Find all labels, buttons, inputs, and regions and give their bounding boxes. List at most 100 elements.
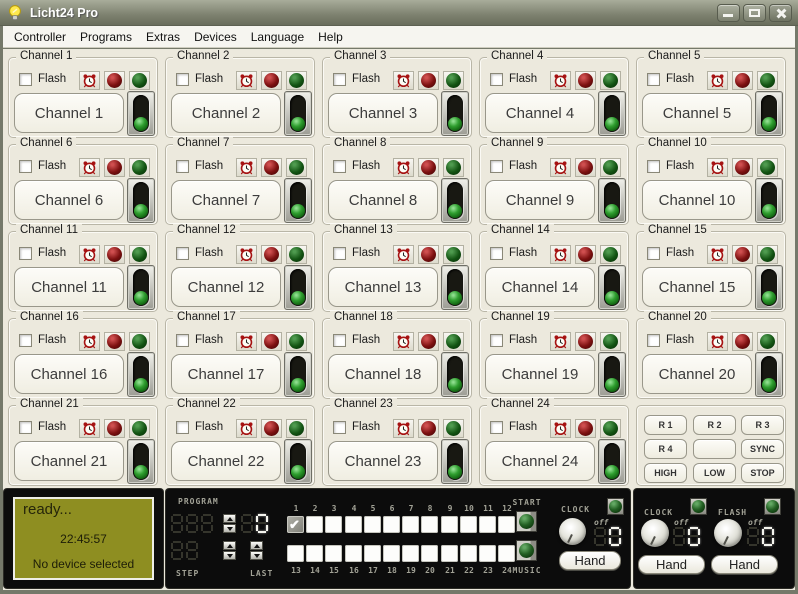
timer-button[interactable] — [236, 158, 257, 177]
flash-checkbox[interactable] — [176, 160, 189, 173]
menu-item-devices[interactable]: Devices — [187, 28, 244, 46]
timer-button[interactable] — [79, 332, 100, 351]
channel-toggle-switch[interactable] — [284, 439, 312, 484]
channel-button[interactable]: Channel 2 — [171, 93, 281, 133]
channel-button[interactable]: Channel 14 — [485, 267, 595, 307]
channel-button[interactable]: Channel 5 — [642, 93, 752, 133]
timer-button[interactable] — [707, 332, 728, 351]
channel-button[interactable]: Channel 6 — [14, 180, 124, 220]
channel-toggle-switch[interactable] — [284, 352, 312, 397]
timer-button[interactable] — [236, 71, 257, 90]
flash-checkbox[interactable] — [647, 247, 660, 260]
menu-item-programs[interactable]: Programs — [73, 28, 139, 46]
flash-checkbox[interactable] — [19, 73, 32, 86]
last-spinner-up-icon[interactable] — [250, 541, 263, 550]
channel-button[interactable]: Channel 22 — [171, 441, 281, 481]
step-spinner-up-icon[interactable] — [223, 541, 236, 550]
channel-toggle-switch[interactable] — [598, 91, 626, 136]
channel-button[interactable]: Channel 13 — [328, 267, 438, 307]
flash-checkbox[interactable] — [490, 247, 503, 260]
timer-button[interactable] — [393, 158, 414, 177]
step-checkbox-8[interactable] — [421, 516, 438, 533]
channel-toggle-switch[interactable] — [284, 265, 312, 310]
channel-toggle-switch[interactable] — [127, 439, 155, 484]
step-checkbox-17[interactable] — [364, 545, 381, 562]
flash-checkbox[interactable] — [647, 73, 660, 86]
timer-button[interactable] — [550, 419, 571, 438]
channel-toggle-switch[interactable] — [127, 178, 155, 223]
timer-button[interactable] — [79, 245, 100, 264]
flash-checkbox[interactable] — [176, 247, 189, 260]
flash-checkbox[interactable] — [176, 73, 189, 86]
clock2-knob[interactable] — [641, 519, 669, 547]
flash-checkbox[interactable] — [19, 334, 32, 347]
channel-toggle-switch[interactable] — [755, 91, 783, 136]
flash-checkbox[interactable] — [176, 334, 189, 347]
channel-toggle-switch[interactable] — [441, 178, 469, 223]
step-spinner-down-icon[interactable] — [223, 551, 236, 560]
flash-checkbox[interactable] — [490, 160, 503, 173]
flash-checkbox[interactable] — [333, 421, 346, 434]
step-checkbox-1[interactable] — [287, 516, 304, 533]
channel-toggle-switch[interactable] — [755, 352, 783, 397]
channel-button[interactable]: Channel 18 — [328, 354, 438, 394]
flash-checkbox[interactable] — [19, 421, 32, 434]
step-checkbox-22[interactable] — [460, 545, 477, 562]
step-checkbox-5[interactable] — [364, 516, 381, 533]
flash-checkbox[interactable] — [333, 73, 346, 86]
flash-checkbox[interactable] — [490, 421, 503, 434]
channel-button[interactable]: Channel 4 — [485, 93, 595, 133]
step-checkbox-9[interactable] — [441, 516, 458, 533]
flash-knob[interactable] — [714, 519, 742, 547]
channel-button[interactable]: Channel 10 — [642, 180, 752, 220]
step-checkbox-7[interactable] — [402, 516, 419, 533]
step-checkbox-3[interactable] — [325, 516, 342, 533]
flash-checkbox[interactable] — [176, 421, 189, 434]
timer-button[interactable] — [393, 419, 414, 438]
flash-checkbox[interactable] — [333, 334, 346, 347]
channel-toggle-switch[interactable] — [127, 265, 155, 310]
step-checkbox-24[interactable] — [498, 545, 515, 562]
timer-button[interactable] — [707, 71, 728, 90]
button-r2[interactable]: R 2 — [693, 415, 736, 435]
timer-button[interactable] — [393, 71, 414, 90]
channel-button[interactable]: Channel 3 — [328, 93, 438, 133]
program-spinner-down-icon[interactable] — [223, 524, 236, 533]
channel-toggle-switch[interactable] — [598, 352, 626, 397]
button-high[interactable]: HIGH — [644, 463, 687, 483]
channel-toggle-switch[interactable] — [284, 178, 312, 223]
button-low[interactable]: LOW — [693, 463, 736, 483]
step-checkbox-4[interactable] — [345, 516, 362, 533]
timer-button[interactable] — [236, 419, 257, 438]
step-checkbox-20[interactable] — [421, 545, 438, 562]
timer-button[interactable] — [393, 332, 414, 351]
channel-button[interactable]: Channel 19 — [485, 354, 595, 394]
timer-button[interactable] — [79, 71, 100, 90]
timer-button[interactable] — [550, 332, 571, 351]
channel-toggle-switch[interactable] — [284, 91, 312, 136]
step-checkbox-14[interactable] — [306, 545, 323, 562]
channel-button[interactable]: Channel 7 — [171, 180, 281, 220]
step-checkbox-13[interactable] — [287, 545, 304, 562]
channel-button[interactable]: Channel 12 — [171, 267, 281, 307]
button-sync[interactable]: SYNC — [741, 439, 784, 459]
channel-toggle-switch[interactable] — [441, 91, 469, 136]
menu-item-controller[interactable]: Controller — [7, 28, 73, 46]
start-led-button[interactable] — [516, 511, 537, 532]
channel-button[interactable]: Channel 8 — [328, 180, 438, 220]
timer-button[interactable] — [236, 332, 257, 351]
close-icon[interactable] — [769, 4, 792, 22]
button-r1[interactable]: R 1 — [644, 415, 687, 435]
step-checkbox-2[interactable] — [306, 516, 323, 533]
flash-checkbox[interactable] — [19, 160, 32, 173]
channel-toggle-switch[interactable] — [441, 439, 469, 484]
clock2-hand-button[interactable]: Hand — [638, 555, 705, 574]
channel-button[interactable]: Channel 1 — [14, 93, 124, 133]
button-r3[interactable]: R 3 — [741, 415, 784, 435]
flash-checkbox[interactable] — [333, 160, 346, 173]
channel-button[interactable]: Channel 9 — [485, 180, 595, 220]
step-checkbox-10[interactable] — [460, 516, 477, 533]
step-checkbox-18[interactable] — [383, 545, 400, 562]
channel-toggle-switch[interactable] — [127, 352, 155, 397]
step-checkbox-11[interactable] — [479, 516, 496, 533]
